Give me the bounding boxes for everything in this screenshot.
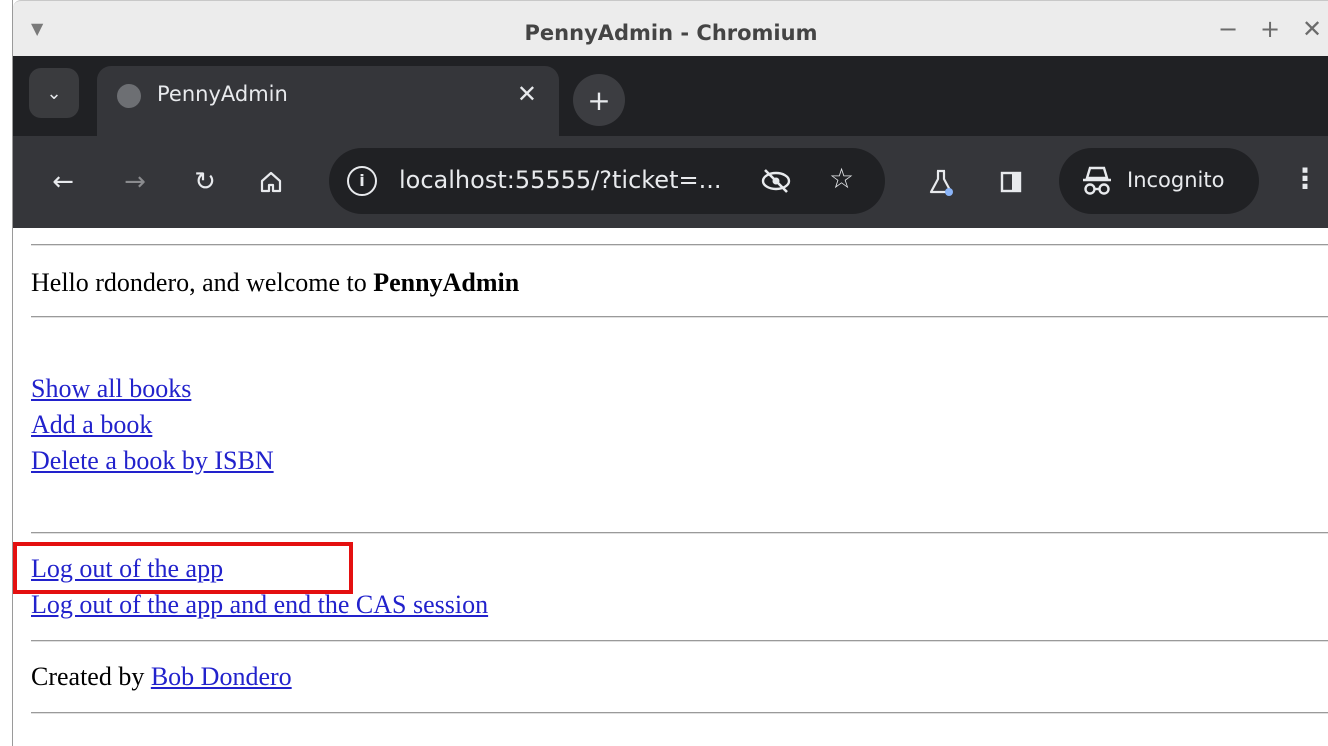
plus-icon[interactable]: +: [573, 74, 625, 126]
chevron-down-icon[interactable]: ⌄: [29, 68, 79, 118]
window-title: PennyAdmin - Chromium: [524, 21, 818, 45]
divider: [31, 640, 1328, 642]
title-bar: ▼ PennyAdmin - Chromium − + ✕: [13, 0, 1328, 57]
divider: [31, 244, 1328, 246]
window-controls: − + ✕: [1217, 15, 1323, 43]
divider: [31, 316, 1328, 318]
add-book-link[interactable]: Add a book: [31, 410, 152, 439]
greeting: Hello rdondero, and welcome to PennyAdmi…: [31, 268, 519, 298]
address-bar[interactable]: i localhost:55555/?ticket=... ☆: [329, 148, 885, 214]
close-icon[interactable]: ✕: [1301, 15, 1323, 43]
eye-off-icon[interactable]: [759, 164, 793, 198]
minimize-icon[interactable]: −: [1217, 15, 1239, 43]
logout-cas-link[interactable]: Log out of the app and end the CAS sessi…: [31, 590, 488, 619]
arrow-right-icon[interactable]: →: [117, 164, 153, 200]
browser-toolbar: ← → ↻ i localhost:55555/?ticket=... ☆ In…: [13, 136, 1328, 228]
flask-icon[interactable]: [923, 164, 959, 200]
author-link[interactable]: Bob Dondero: [151, 662, 292, 691]
delete-book-link[interactable]: Delete a book by ISBN: [31, 446, 274, 475]
arrow-left-icon[interactable]: ←: [45, 164, 81, 200]
incognito-indicator[interactable]: Incognito: [1059, 148, 1259, 214]
show-all-books-link[interactable]: Show all books: [31, 374, 191, 403]
side-panel-icon[interactable]: [993, 164, 1029, 200]
highlight-box: [13, 542, 353, 594]
incognito-icon: [1081, 164, 1113, 198]
tab-title: PennyAdmin: [157, 82, 288, 106]
divider: [31, 712, 1328, 714]
tab-strip: ⌄ PennyAdmin ✕ +: [13, 56, 1328, 136]
app-name: PennyAdmin: [373, 268, 520, 297]
divider: [31, 532, 1328, 534]
reload-icon[interactable]: ↻: [187, 164, 223, 200]
globe-icon: [117, 84, 141, 108]
url-text[interactable]: localhost:55555/?ticket=...: [399, 166, 721, 194]
page-content: Hello rdondero, and welcome to PennyAdmi…: [13, 228, 1328, 746]
kebab-menu-icon[interactable]: ⋮: [1291, 162, 1319, 195]
star-icon[interactable]: ☆: [829, 162, 854, 195]
greeting-text: Hello rdondero, and welcome to: [31, 268, 374, 297]
maximize-icon[interactable]: +: [1259, 15, 1281, 43]
browser-window: ▼ PennyAdmin - Chromium − + ✕ ⌄ PennyAdm…: [12, 0, 1328, 746]
tab-pennyadmin[interactable]: PennyAdmin ✕: [97, 66, 559, 136]
info-icon[interactable]: i: [347, 166, 377, 196]
footer-text: Created by: [31, 662, 151, 691]
footer: Created by Bob Dondero: [31, 662, 292, 692]
home-icon[interactable]: [253, 164, 289, 200]
incognito-label: Incognito: [1127, 168, 1225, 192]
tab-close-icon[interactable]: ✕: [517, 80, 537, 108]
